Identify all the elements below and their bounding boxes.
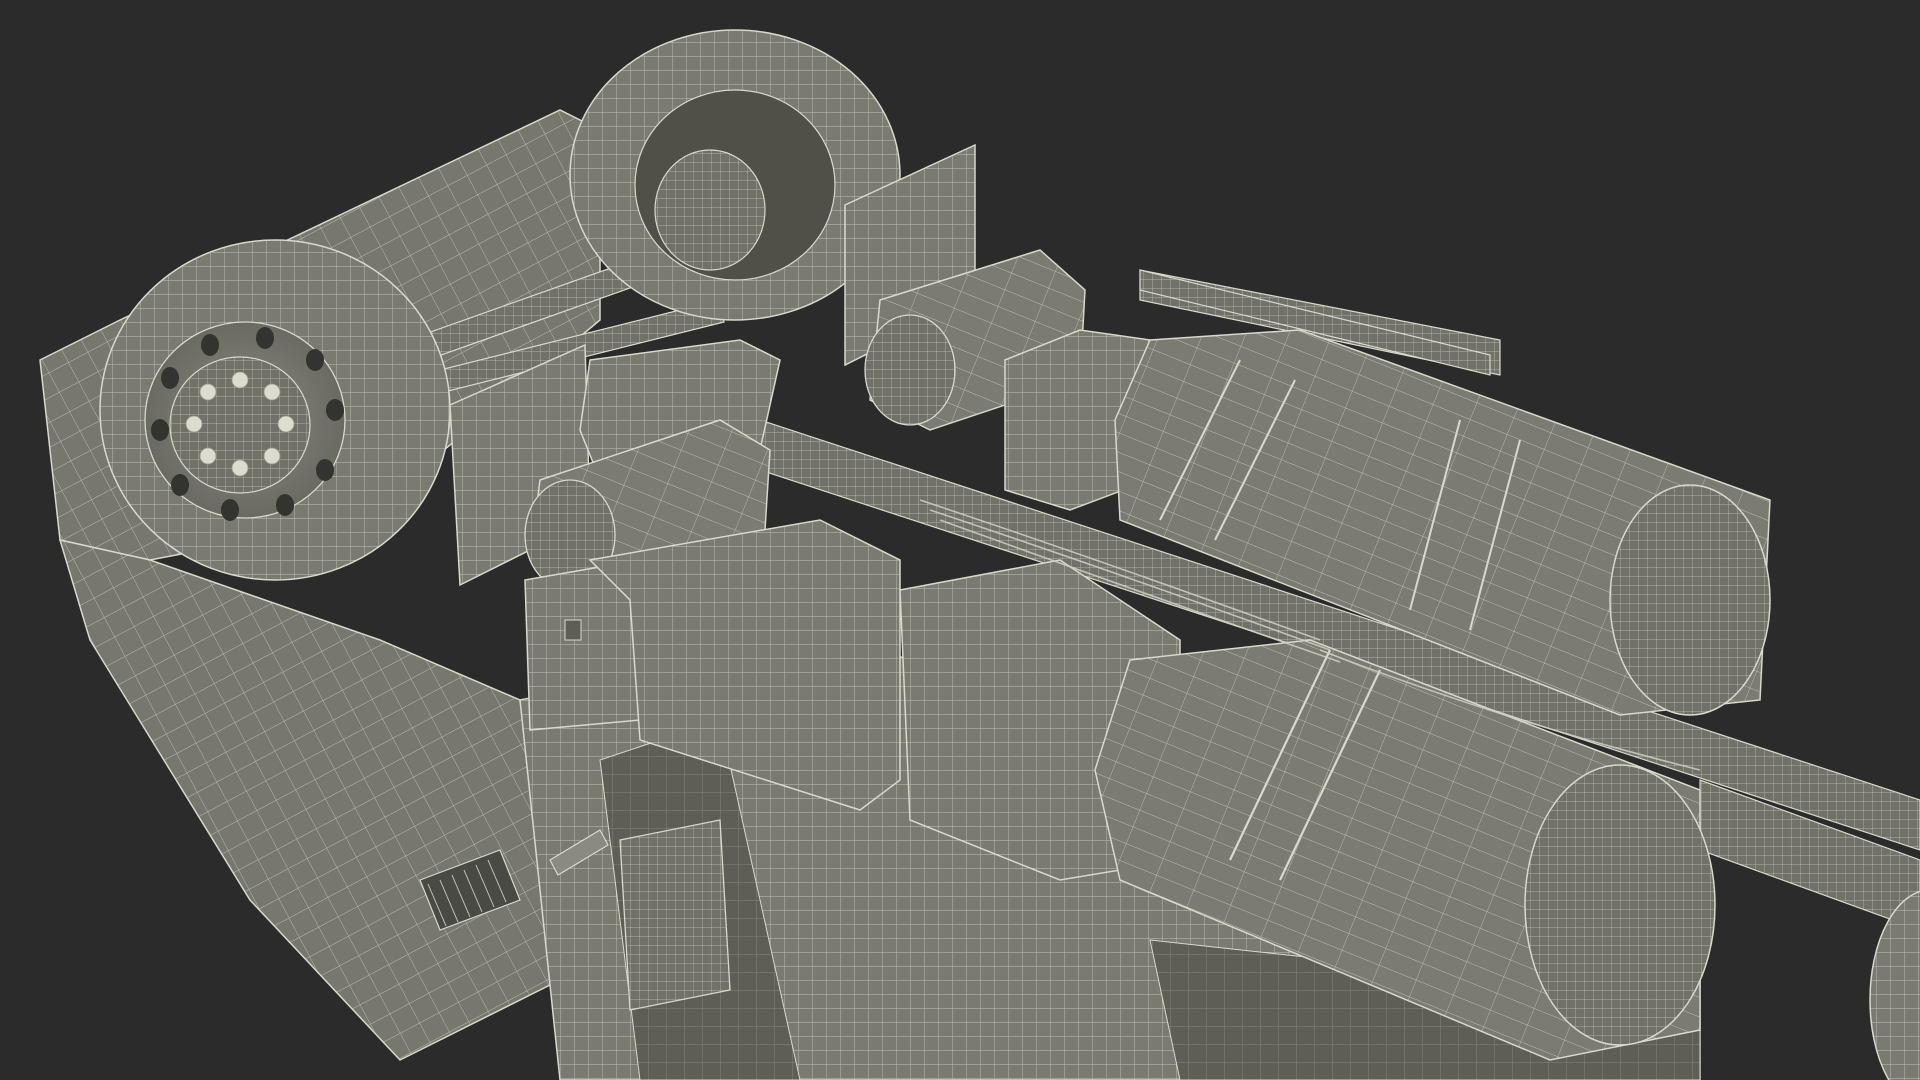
- wireframe-render: [39, 29, 1920, 1080]
- render-viewport: [0, 0, 1920, 1080]
- rear-tire-right-partial: [1869, 890, 1920, 1080]
- step-panel: [619, 819, 731, 1011]
- front-tire-left: [99, 239, 451, 581]
